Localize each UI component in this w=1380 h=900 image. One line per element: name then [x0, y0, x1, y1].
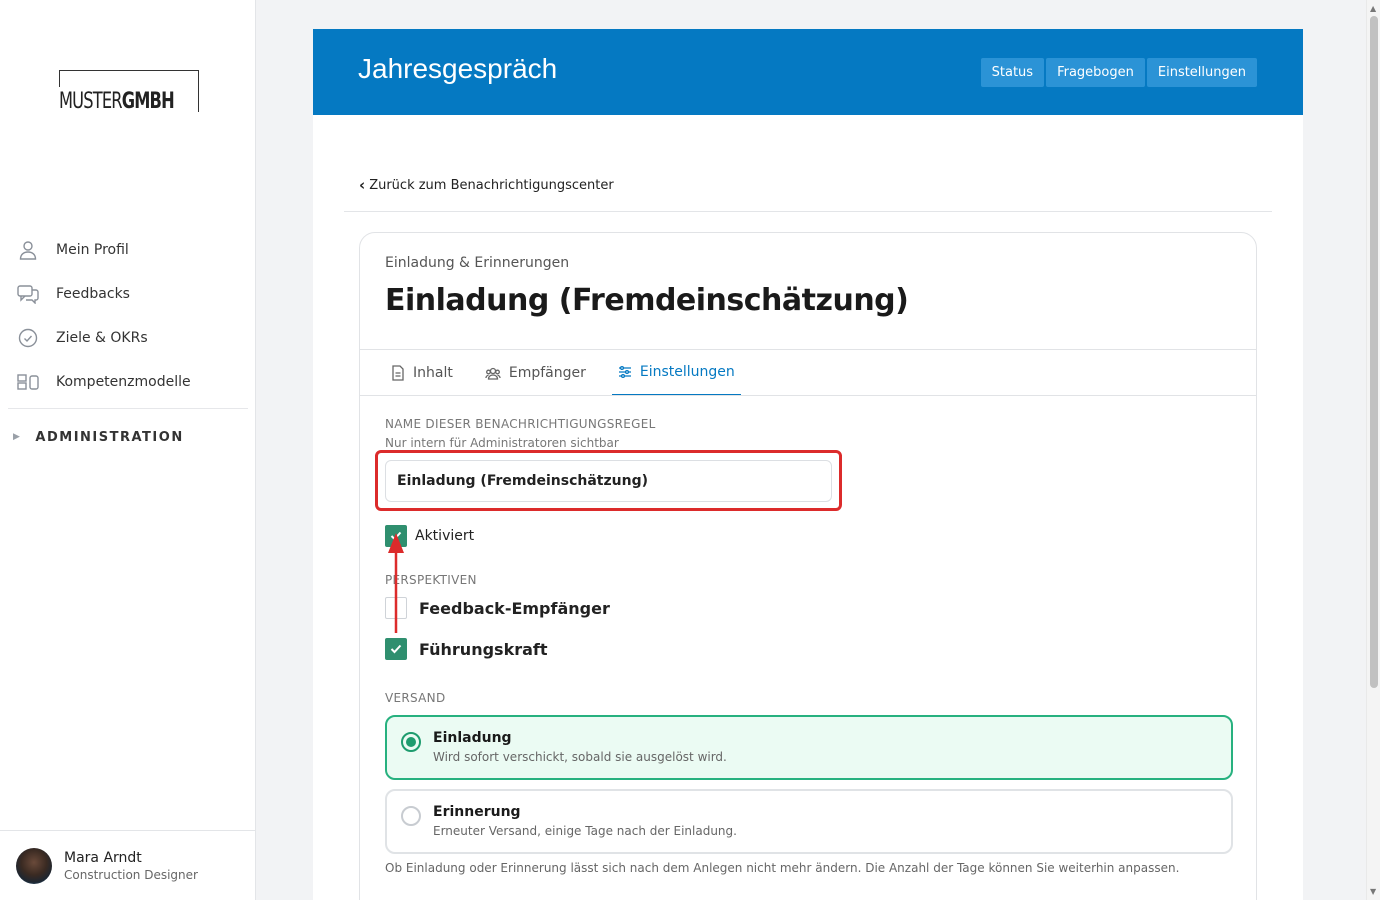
user-role: Construction Designer — [64, 867, 198, 882]
sidebar-item-label: Ziele & OKRs — [56, 330, 148, 346]
sliders-icon — [618, 365, 632, 379]
option-title: Einladung — [433, 730, 512, 746]
perspective-label: Führungskraft — [419, 639, 548, 659]
chat-bubbles-icon — [17, 283, 39, 305]
perspectives-label: PERSPEKTIVEN — [385, 573, 477, 587]
divider — [360, 395, 1256, 396]
versand-note: Ob Einladung oder Erinnerung lässt sich … — [385, 861, 1180, 875]
perspective-fuehrungskraft[interactable]: Führungskraft — [385, 638, 548, 660]
tab-label: Inhalt — [413, 365, 453, 381]
tab-label: Empfänger — [508, 365, 586, 381]
company-logo[interactable]: MUSTERGMBH — [59, 70, 199, 114]
tab-inhalt[interactable]: Inhalt — [385, 350, 459, 396]
user-profile[interactable]: Mara Arndt Construction Designer — [0, 830, 256, 900]
versand-label: VERSAND — [385, 691, 446, 705]
caret-right-icon: ▶ — [13, 432, 22, 442]
tab-label: Einstellungen — [639, 364, 735, 380]
sidebar-nav: Mein Profil Feedbacks Ziele & OKRs Kompe… — [0, 228, 256, 465]
main-panel: Jahresgespräch Status Fragebogen Einstel… — [313, 29, 1303, 900]
chevron-left-icon: ‹ — [359, 176, 366, 194]
blocks-icon — [17, 371, 39, 393]
status-button[interactable]: Status — [980, 58, 1045, 87]
divider — [344, 211, 1272, 212]
card-title: Einladung (Fremdeinschätzung) — [385, 283, 909, 318]
sidebar-item-feedbacks[interactable]: Feedbacks — [0, 272, 256, 316]
sidebar-item-kompetenzmodelle[interactable]: Kompetenzmodelle — [0, 360, 256, 404]
tab-einstellungen[interactable]: Einstellungen — [611, 350, 741, 396]
tab-bar: Inhalt Empfänger Einstellungen — [385, 350, 761, 396]
option-title: Erinnerung — [433, 804, 521, 820]
fragebogen-button[interactable]: Fragebogen — [1046, 58, 1145, 87]
check-circle-icon — [17, 327, 39, 349]
activated-label: Aktiviert — [415, 528, 475, 544]
sidebar-item-label: Mein Profil — [56, 242, 129, 258]
versand-option-einladung[interactable]: Einladung Wird sofort verschickt, sobald… — [385, 715, 1233, 780]
rule-name-hint: Nur intern für Administratoren sichtbar — [385, 436, 619, 450]
back-link-label: Zurück zum Benachrichtigungscenter — [369, 177, 614, 193]
users-icon — [485, 366, 501, 380]
sidebar: MUSTERGMBH Mein Profil Feedbacks Ziele &… — [0, 0, 256, 900]
erinnerung-radio[interactable] — [401, 806, 421, 826]
card-subtitle: Einladung & Erinnerungen — [385, 255, 570, 271]
activated-checkbox-row[interactable]: Aktiviert — [385, 525, 474, 547]
versand-option-erinnerung[interactable]: Erinnerung Erneuter Versand, einige Tage… — [385, 789, 1233, 854]
sidebar-item-administration[interactable]: ▶ ADMINISTRATION — [0, 409, 256, 465]
einstellungen-button[interactable]: Einstellungen — [1146, 58, 1257, 87]
sidebar-item-ziele-okrs[interactable]: Ziele & OKRs — [0, 316, 256, 360]
back-link[interactable]: ‹ Zurück zum Benachrichtigungscenter — [359, 176, 614, 194]
perspective-feedback-empfaenger[interactable]: Feedback-Empfänger — [385, 597, 610, 619]
sidebar-item-label: Feedbacks — [56, 286, 130, 302]
user-name: Mara Arndt — [64, 849, 142, 866]
user-icon — [17, 239, 39, 261]
document-icon — [391, 365, 405, 381]
activated-checkbox[interactable] — [385, 525, 407, 547]
scroll-down-icon[interactable]: ▼ — [1370, 887, 1376, 896]
sidebar-item-label: Kompetenzmodelle — [56, 374, 191, 390]
avatar — [16, 847, 52, 884]
header-nav: Status Fragebogen Einstellungen — [980, 58, 1257, 87]
page-title: Jahresgespräch — [358, 53, 558, 84]
fuehrungskraft-checkbox[interactable] — [385, 638, 407, 660]
option-description: Erneuter Versand, einige Tage nach der E… — [433, 824, 737, 838]
feedback-empfaenger-checkbox[interactable] — [385, 597, 407, 619]
perspective-label: Feedback-Empfänger — [419, 598, 610, 618]
notification-rule-card: Einladung & Erinnerungen Einladung (Frem… — [359, 232, 1257, 900]
logo-text-bold: GMBH — [121, 89, 175, 114]
sidebar-admin-label: ADMINISTRATION — [35, 429, 184, 445]
scrollbar-thumb[interactable] — [1370, 16, 1378, 688]
logo-text-light: MUSTER — [59, 89, 123, 114]
rule-name-input[interactable]: Einladung (Fremdeinschätzung) — [385, 460, 832, 502]
option-description: Wird sofort verschickt, sobald sie ausge… — [433, 750, 727, 764]
einladung-radio[interactable] — [401, 732, 421, 752]
page-header: Jahresgespräch Status Fragebogen Einstel… — [313, 29, 1303, 115]
rule-name-label: NAME DIESER BENACHRICHTIGUNGSREGEL — [385, 417, 656, 431]
scrollbar[interactable]: ▲ ▼ — [1366, 0, 1380, 900]
sidebar-item-mein-profil[interactable]: Mein Profil — [0, 228, 256, 272]
scroll-up-icon[interactable]: ▲ — [1370, 4, 1376, 13]
tab-empfaenger[interactable]: Empfänger — [479, 350, 592, 396]
